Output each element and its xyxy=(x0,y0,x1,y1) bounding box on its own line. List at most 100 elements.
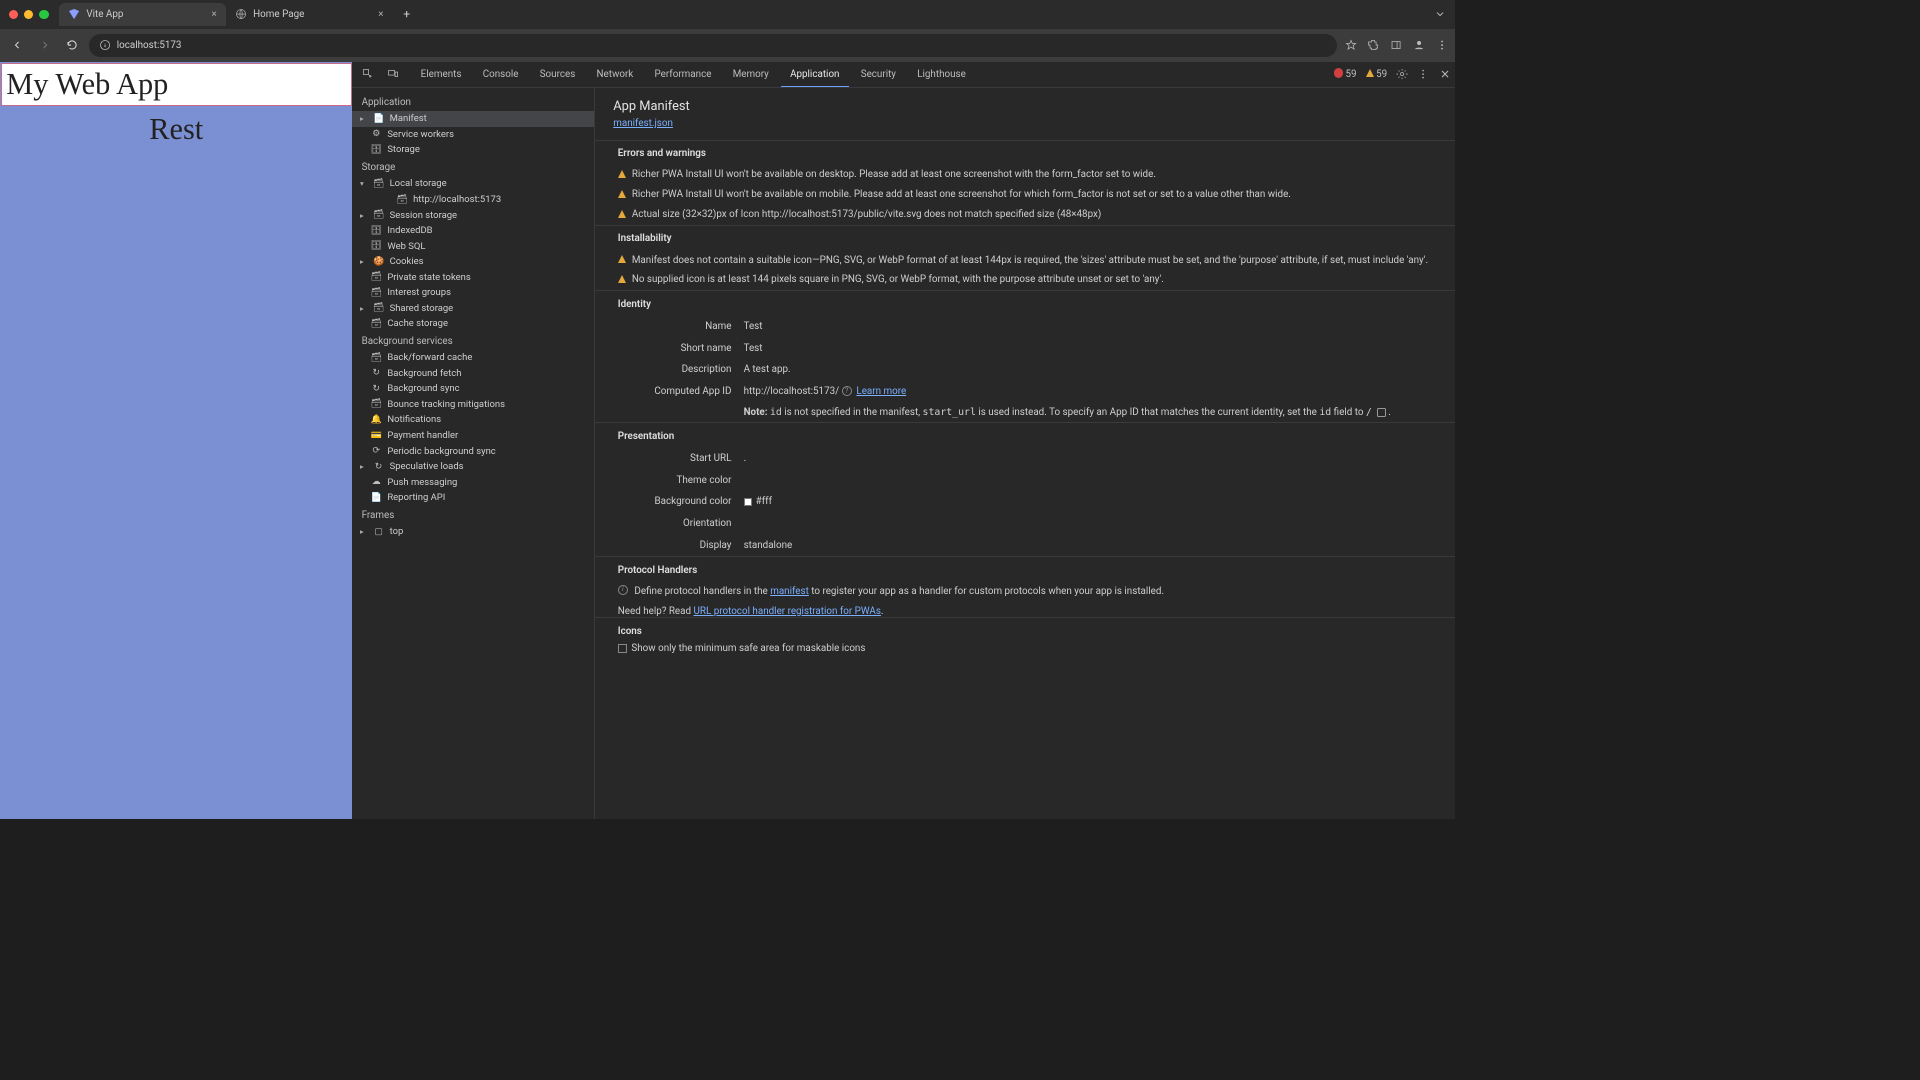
sidebar-item-shared-storage[interactable]: ▸🗃Shared storage xyxy=(352,300,594,316)
checkbox-icon[interactable] xyxy=(618,644,627,653)
pwa-url-handler-link[interactable]: URL protocol handler registration for PW… xyxy=(694,606,881,617)
new-tab-button[interactable]: + xyxy=(399,6,415,23)
sidebar-item-speculative[interactable]: ▸↻Speculative loads xyxy=(352,459,594,475)
devtools-tabbar: ElementsConsoleSourcesNetworkPerformance… xyxy=(352,62,1455,88)
close-window-icon[interactable] xyxy=(9,10,18,19)
address-input[interactable]: localhost:5173 xyxy=(89,34,1337,57)
close-tab-icon[interactable]: × xyxy=(378,9,383,20)
manifest-json-link[interactable]: manifest.json xyxy=(595,118,691,129)
icons-checkbox-row[interactable]: Show only the minimum safe area for mask… xyxy=(595,643,1455,654)
manifest-link[interactable]: manifest xyxy=(770,586,809,597)
sidebar-item-private-tokens[interactable]: 🗃Private state tokens xyxy=(352,269,594,285)
devtools-tab-elements[interactable]: Elements xyxy=(412,62,471,86)
warning-icon xyxy=(618,275,626,283)
sidebar-item-service-workers[interactable]: ⚙Service workers xyxy=(352,127,594,143)
sidebar-item-label: Cookies xyxy=(390,256,424,267)
warn-badge[interactable]: 59 xyxy=(1366,69,1388,80)
devtools-tab-console[interactable]: Console xyxy=(474,62,528,86)
sidebar-item-label: Notifications xyxy=(387,414,441,425)
sidebar-item-payment[interactable]: 💳Payment handler xyxy=(352,428,594,444)
devtools-tab-network[interactable]: Network xyxy=(587,62,642,86)
page-preview: My Web App Rest xyxy=(0,62,352,818)
window-controls xyxy=(9,10,48,19)
help-icon[interactable] xyxy=(842,386,852,396)
profile-icon[interactable] xyxy=(1413,39,1425,51)
sidebar-item-bg-sync[interactable]: ↻Background sync xyxy=(352,381,594,397)
sidebar-item-indexeddb[interactable]: 🗄IndexedDB xyxy=(352,223,594,239)
extensions-icon[interactable] xyxy=(1367,39,1379,51)
sidebar-item-label: Private state tokens xyxy=(387,272,470,283)
vite-favicon-icon xyxy=(68,8,80,20)
sidebar-item-reporting[interactable]: 📄Reporting API xyxy=(352,490,594,506)
sidebar-item-label: Payment handler xyxy=(387,430,458,441)
device-toolbar-icon[interactable] xyxy=(383,65,404,83)
back-button[interactable] xyxy=(8,36,28,56)
devtools-tab-application[interactable]: Application xyxy=(781,62,849,86)
browser-tab-home[interactable]: Home Page × xyxy=(226,3,393,26)
code-id: id xyxy=(1319,407,1331,418)
sidebar-item-websql[interactable]: 🗄Web SQL xyxy=(352,238,594,254)
sidebar-item-cookies[interactable]: ▸🍪Cookies xyxy=(352,254,594,270)
sidebar-item-bf-cache[interactable]: 🗃Back/forward cache xyxy=(352,350,594,366)
panel-title: App Manifest xyxy=(595,97,1455,118)
sidebar-item-session-storage[interactable]: ▸🗃Session storage xyxy=(352,207,594,223)
devtools-tab-performance[interactable]: Performance xyxy=(645,62,720,86)
kv-value: Test xyxy=(744,321,763,332)
side-panel-icon[interactable] xyxy=(1390,39,1402,51)
sidebar-item-cache-storage[interactable]: 🗃Cache storage xyxy=(352,316,594,332)
devtools-tab-security[interactable]: Security xyxy=(852,62,905,86)
text: Need help? Read xyxy=(618,606,694,617)
manifest-panel: App Manifest manifest.json Errors and wa… xyxy=(595,88,1455,819)
sidebar-item-label: http://localhost:5173 xyxy=(413,194,501,205)
icons-heading: Icons xyxy=(595,617,1455,643)
site-info-icon[interactable] xyxy=(99,39,111,51)
devtools-tab-memory[interactable]: Memory xyxy=(724,62,778,86)
sidebar-item-local-storage-origin[interactable]: 🗃http://localhost:5173 xyxy=(352,192,594,208)
forward-button[interactable] xyxy=(35,36,55,56)
sidebar-item-bounce[interactable]: 🗃Bounce tracking mitigations xyxy=(352,397,594,413)
sidebar-item-push[interactable]: ☁Push messaging xyxy=(352,474,594,490)
close-tab-icon[interactable]: × xyxy=(212,9,217,20)
address-text: localhost:5173 xyxy=(117,40,182,51)
sidebar-item-manifest[interactable]: ▸📄Manifest xyxy=(352,111,594,127)
sidebar-item-storage[interactable]: 🗄Storage xyxy=(352,142,594,158)
inspect-icon[interactable] xyxy=(357,65,378,83)
maximize-window-icon[interactable] xyxy=(39,10,48,19)
sidebar-item-interest-groups[interactable]: 🗃Interest groups xyxy=(352,285,594,301)
identity-heading: Identity xyxy=(595,290,1455,316)
note-text: is not specified in the manifest, xyxy=(782,407,923,418)
sidebar-item-notifications[interactable]: 🔔Notifications xyxy=(352,412,594,428)
sidebar-cat-application: Application xyxy=(352,92,594,111)
sidebar-item-label: Storage xyxy=(387,144,420,155)
sidebar-item-label: Speculative loads xyxy=(390,461,464,472)
close-devtools-icon[interactable] xyxy=(1439,68,1451,80)
reload-button[interactable] xyxy=(62,36,82,56)
minimize-window-icon[interactable] xyxy=(24,10,33,19)
gear-icon[interactable] xyxy=(1396,68,1408,80)
sidebar-cat-storage: Storage xyxy=(352,158,594,177)
application-sidebar: Application ▸📄Manifest ⚙Service workers … xyxy=(352,88,595,819)
kv-value: http://localhost:5173/ Learn more xyxy=(744,386,907,397)
kv-key: Theme color xyxy=(618,475,732,486)
devtools-tab-lighthouse[interactable]: Lighthouse xyxy=(908,62,975,86)
menu-icon[interactable] xyxy=(1436,39,1448,51)
warning-row: Actual size (32×32)px of Icon http://loc… xyxy=(595,205,1455,225)
bookmark-icon[interactable] xyxy=(1345,39,1357,51)
sidebar-item-periodic-sync[interactable]: ⟳Periodic background sync xyxy=(352,443,594,459)
more-icon[interactable] xyxy=(1417,68,1429,80)
learn-more-link[interactable]: Learn more xyxy=(856,386,906,397)
sidebar-item-frame-top[interactable]: ▸▢top xyxy=(352,524,594,540)
error-badge[interactable]: 59 xyxy=(1334,68,1357,80)
app-id-note: Note: id is not specified in the manifes… xyxy=(595,402,1455,422)
copy-icon[interactable] xyxy=(1377,408,1386,417)
kv-value: standalone xyxy=(744,540,793,551)
sidebar-item-bg-fetch[interactable]: ↻Background fetch xyxy=(352,366,594,382)
devtools-tab-sources[interactable]: Sources xyxy=(531,62,585,86)
chevron-down-icon[interactable] xyxy=(1434,8,1446,20)
globe-favicon-icon xyxy=(235,8,247,20)
sidebar-item-local-storage[interactable]: ▾🗃Local storage xyxy=(352,176,594,192)
protocol-text: Define protocol handlers in the manifest… xyxy=(634,585,1164,599)
sidebar-item-label: Push messaging xyxy=(387,477,457,488)
browser-tab-vite[interactable]: Vite App × xyxy=(59,3,226,26)
protocol-heading: Protocol Handlers xyxy=(595,556,1455,582)
